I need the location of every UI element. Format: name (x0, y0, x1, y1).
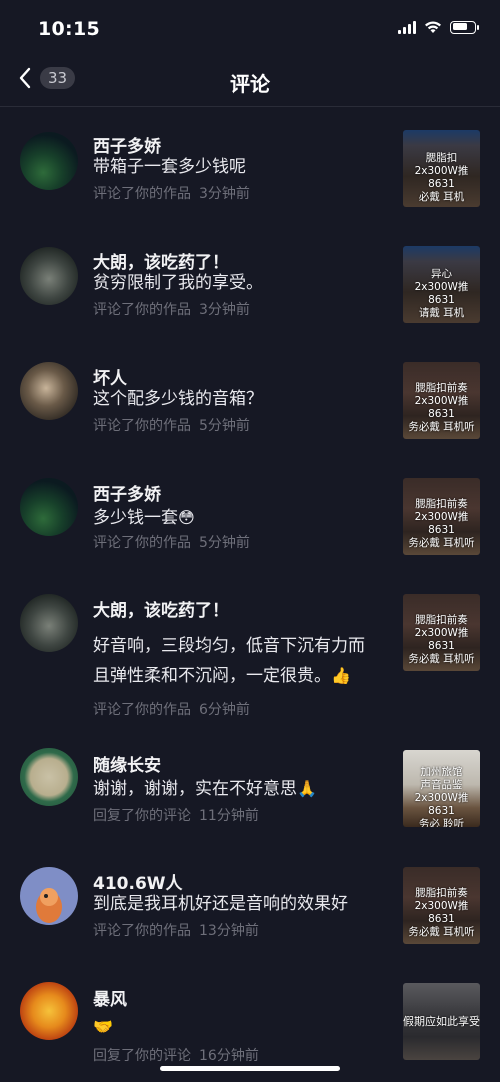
thumbnail-caption-line: 2x300W推8631 (414, 900, 469, 925)
comment-text: 多少钱一套😳 (93, 503, 393, 533)
folded-hands-emoji-icon: 🙏 (297, 779, 317, 798)
thumbnail-caption-line: 2x300W推8631 (414, 792, 469, 817)
comment-meta: 评论了你的作品 5分钟前 (93, 532, 250, 552)
thumbnail-caption-line: 2x300W推8631 (414, 165, 469, 190)
comment-text: 好音响，三段均匀，低音下沉有力而 且弹性柔和不沉闷，一定很贵。👍 (93, 632, 398, 691)
avatar[interactable] (20, 247, 78, 305)
comment-text-body: 多少钱一套 (93, 508, 178, 528)
timestamp: 13分钟前 (199, 923, 259, 939)
user-name[interactable]: 暴风 (93, 985, 127, 1010)
thumbnail-caption-line: 声音品鉴 (420, 779, 463, 791)
avatar[interactable] (20, 132, 78, 190)
flushed-face-emoji-icon: 😳 (178, 508, 195, 527)
thumbnail-caption-line: 2x300W推8631 (414, 281, 469, 306)
action-label: 回复了你的评论 (93, 808, 191, 824)
timestamp: 3分钟前 (199, 302, 250, 318)
status-icons (398, 20, 479, 34)
thumbnail-caption-line: 2x300W推8631 (414, 627, 469, 652)
status-bar: 10:15 (0, 0, 500, 56)
avatar[interactable] (20, 478, 78, 536)
thumbnail-caption-line: 腮脂扣前奏 (415, 614, 468, 626)
timestamp: 5分钟前 (199, 535, 250, 551)
page-title: 评论 (230, 72, 270, 96)
video-thumbnail[interactable]: 腮脂扣前奏 2x300W推8631 务必戴 耳机听 (403, 594, 480, 671)
thumbnail-caption-line: 务必戴 耳机听 (408, 537, 475, 549)
avatar[interactable] (20, 867, 78, 925)
thumbnail-caption-line: 腮脂扣前奏 (415, 887, 468, 899)
cartoon-avatar-icon (36, 888, 62, 923)
thumbnail-caption-line: 腮脂扣前奏 (415, 382, 468, 394)
comment-meta: 评论了你的作品 3分钟前 (93, 183, 250, 203)
nav-bar: 33 评论 (0, 56, 500, 107)
comment-text-body: 谢谢，谢谢，实在不好意思 (93, 779, 297, 799)
avatar[interactable] (20, 362, 78, 420)
thumbnail-caption-line: 腮脂扣 (425, 152, 458, 164)
thumbnail-caption-line: 必戴 耳机 (418, 191, 465, 203)
comment-text: 贫穷限制了我的享受。 (93, 273, 263, 293)
comment-meta: 评论了你的作品 13分钟前 (93, 920, 259, 940)
timestamp: 16分钟前 (199, 1048, 259, 1064)
wifi-icon (425, 21, 441, 33)
cellular-signal-icon (398, 20, 416, 34)
comment-meta: 评论了你的作品 6分钟前 (93, 699, 250, 719)
timestamp: 5分钟前 (199, 418, 250, 434)
comment-text: 带箱子一套多少钱呢 (93, 157, 246, 177)
thumbnail-caption-line: 2x300W推8631 (414, 511, 469, 536)
comment-text: 🤝 (93, 1012, 393, 1042)
video-thumbnail[interactable]: 假期应如此享受 (403, 983, 480, 1060)
thumbnail-caption-line: 请戴 耳机 (418, 307, 465, 319)
comment-text: 到底是我耳机好还是音响的效果好 (93, 894, 348, 914)
comment-meta: 回复了你的评论 16分钟前 (93, 1045, 259, 1065)
action-label: 评论了你的作品 (93, 702, 191, 718)
thumbnail-caption-line: 务必戴 耳机听 (408, 653, 475, 665)
thumbnail-caption-line: 腮脂扣前奏 (415, 498, 468, 510)
user-name[interactable]: 西子多娇 (93, 480, 161, 505)
action-label: 评论了你的作品 (93, 302, 191, 318)
thumbnail-caption-line: 务必戴 耳机听 (408, 926, 475, 938)
video-thumbnail[interactable]: 腮脂扣前奏 2x300W推8631 务必戴 耳机听 (403, 362, 480, 439)
avatar[interactable] (20, 594, 78, 652)
comment-text: 谢谢，谢谢，实在不好意思🙏 (93, 774, 393, 804)
timestamp: 6分钟前 (199, 702, 250, 718)
video-thumbnail[interactable]: 腮脂扣前奏 2x300W推8631 务必戴 耳机听 (403, 478, 480, 555)
comment-meta: 评论了你的作品 3分钟前 (93, 299, 250, 319)
action-label: 评论了你的作品 (93, 418, 191, 434)
user-name[interactable]: 大朗，该吃药了！ (93, 596, 229, 621)
avatar[interactable] (20, 982, 78, 1040)
thumbnail-caption-line: 2x300W推8631 (414, 395, 469, 420)
status-time: 10:15 (38, 18, 100, 40)
thumbs-up-emoji-icon: 👍 (331, 666, 351, 685)
handshake-emoji-icon: 🤝 (93, 1017, 113, 1036)
thumbnail-caption-line: 异心 (431, 268, 452, 280)
thumbnail-caption-line: 务必 聆听 (418, 818, 465, 827)
video-thumbnail[interactable]: 异心 2x300W推8631 请戴 耳机 (403, 246, 480, 323)
action-label: 评论了你的作品 (93, 535, 191, 551)
thumbnail-caption-line: 加州旅馆 (420, 766, 463, 778)
action-label: 回复了你的评论 (93, 1048, 191, 1064)
thumbnail-caption-line: 务必戴 耳机听 (408, 421, 475, 433)
avatar[interactable] (20, 748, 78, 806)
user-name[interactable]: 随缘长安 (93, 751, 161, 776)
video-thumbnail[interactable]: 加州旅馆 声音品鉴 2x300W推8631 务必 聆听 (403, 750, 480, 827)
video-thumbnail[interactable]: 腮脂扣 2x300W推8631 必戴 耳机 (403, 130, 480, 207)
timestamp: 11分钟前 (199, 808, 259, 824)
comment-meta: 回复了你的评论 11分钟前 (93, 805, 259, 825)
thumbnail-caption-line: 假期应如此享受 (403, 1015, 480, 1028)
battery-icon (450, 20, 479, 34)
home-indicator[interactable] (160, 1066, 340, 1071)
timestamp: 3分钟前 (199, 186, 250, 202)
action-label: 评论了你的作品 (93, 186, 191, 202)
action-label: 评论了你的作品 (93, 923, 191, 939)
comment-text-line: 好音响，三段均匀，低音下沉有力而 (93, 636, 365, 656)
comment-meta: 评论了你的作品 5分钟前 (93, 415, 250, 435)
comment-text-line: 且弹性柔和不沉闷，一定很贵。 (93, 666, 331, 686)
comment-text: 这个配多少钱的音箱？ (93, 389, 263, 409)
video-thumbnail[interactable]: 腮脂扣前奏 2x300W推8631 务必戴 耳机听 (403, 867, 480, 944)
